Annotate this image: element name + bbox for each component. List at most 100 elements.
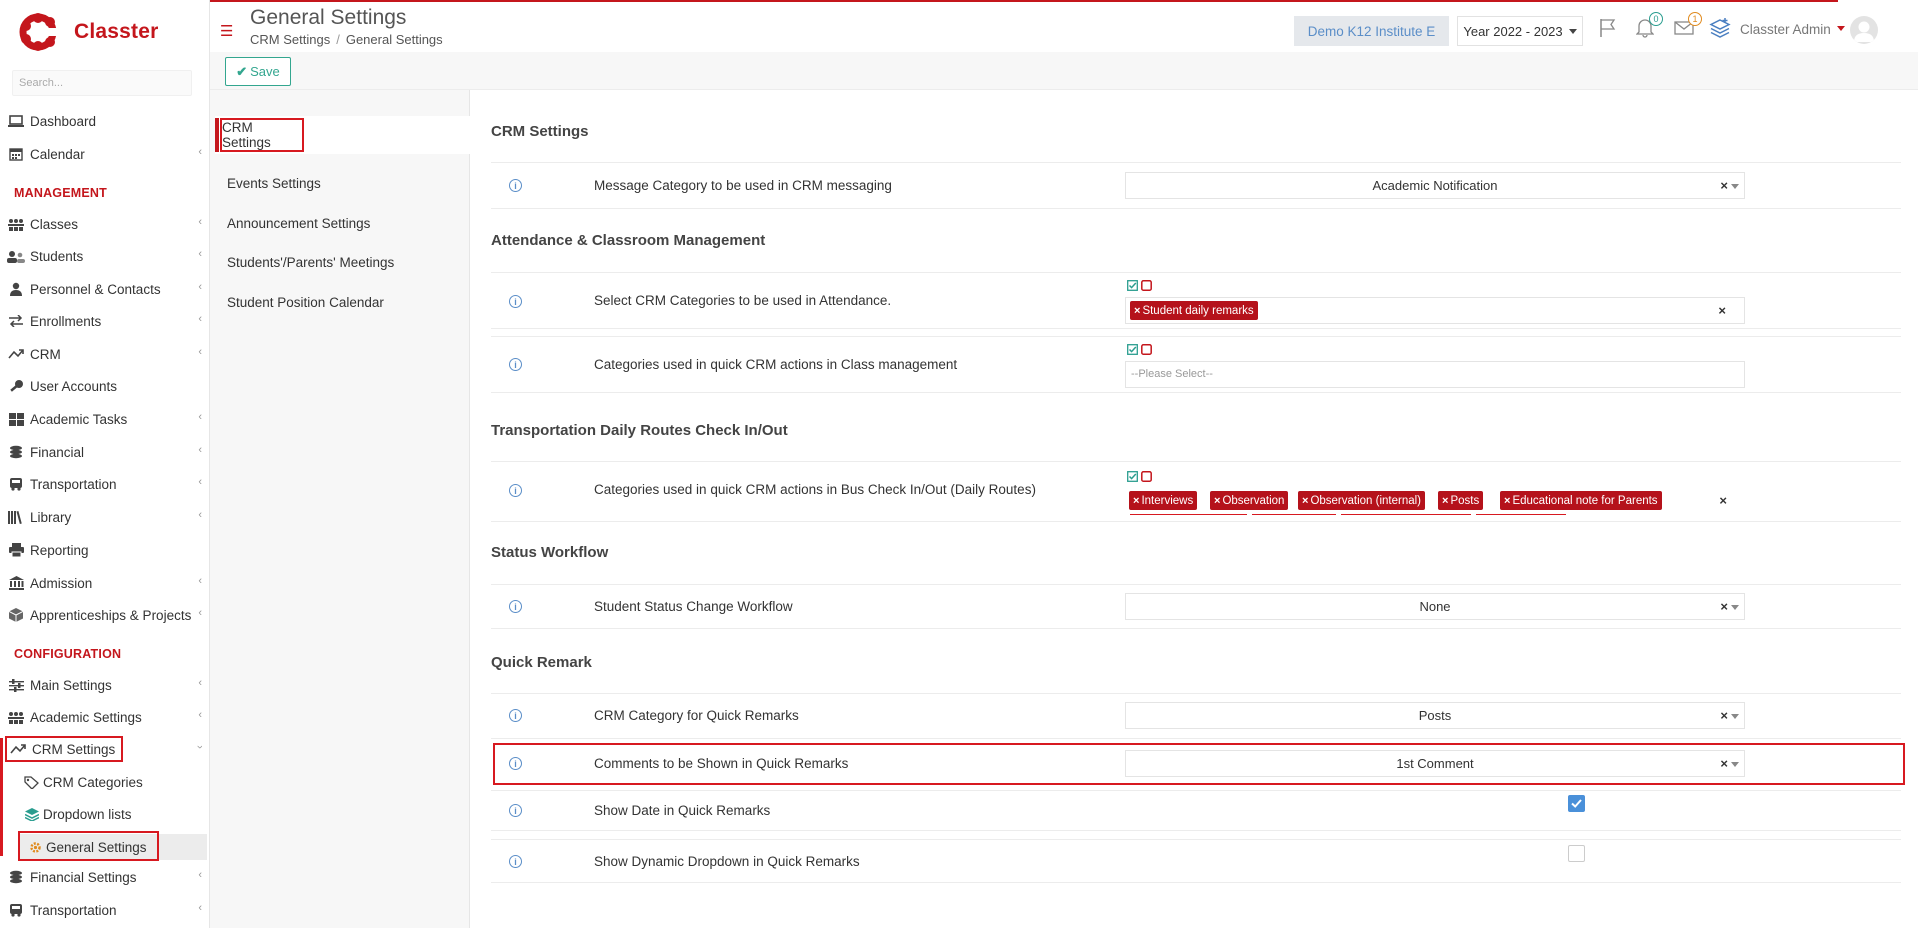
sidebar-item-financial[interactable]: Financial ‹ — [0, 439, 209, 465]
sidebar-subitem-dropdown-lists[interactable]: Dropdown lists — [24, 801, 132, 827]
settings-menu-item-crm[interactable]: CRM Settings — [220, 118, 304, 152]
sidebar-item-reporting[interactable]: Reporting — [0, 537, 209, 563]
info-icon[interactable]: i — [509, 484, 522, 497]
sidebar-search-input[interactable] — [12, 70, 192, 96]
sidebar-subitem-crm-categories[interactable]: CRM Categories — [24, 769, 143, 795]
sidebar-item-admission[interactable]: Admission ‹ — [0, 570, 209, 596]
caret-down-icon[interactable] — [1731, 762, 1739, 767]
sidebar-item-classes[interactable]: Classes ‹ — [0, 211, 209, 237]
setting-row-status-workflow: i Student Status Change Workflow None × — [491, 584, 1901, 629]
selected-tag[interactable]: × Educational note for Parents — [1500, 491, 1662, 510]
message-category-select[interactable]: Academic Notification × — [1125, 172, 1745, 199]
info-icon[interactable]: i — [509, 804, 522, 817]
coins-icon — [7, 444, 25, 460]
class-categories-multiselect[interactable]: --Please Select-- — [1125, 361, 1745, 388]
info-icon[interactable]: i — [509, 179, 522, 192]
remove-tag-icon[interactable]: × — [1133, 495, 1139, 507]
remove-tag-icon[interactable]: × — [1442, 495, 1448, 507]
settings-menu-item-position-calendar[interactable]: Student Position Calendar — [227, 295, 384, 310]
logo[interactable]: Classter — [18, 10, 158, 54]
exchange-icon — [7, 313, 25, 329]
library-icon — [7, 509, 25, 525]
chevron-down-icon: ‹ — [194, 745, 207, 749]
remove-tag-icon[interactable]: × — [1214, 495, 1220, 507]
institute-selector[interactable]: Demo K12 Institute E — [1294, 16, 1449, 46]
selected-tag[interactable]: × Interviews — [1129, 491, 1198, 510]
user-name[interactable]: Classter Admin — [1740, 22, 1831, 37]
deselect-all-icon[interactable] — [1141, 471, 1152, 482]
settings-menu-item-meetings[interactable]: Students'/Parents' Meetings — [227, 255, 394, 270]
remove-tag-icon[interactable]: × — [1504, 495, 1510, 507]
sidebar-item-enrollments[interactable]: Enrollments ‹ — [0, 308, 209, 334]
sidebar-item-personnel[interactable]: Personnel & Contacts ‹ — [0, 276, 209, 302]
deselect-all-icon[interactable] — [1141, 344, 1152, 355]
selected-tag[interactable]: × Student daily remarks — [1130, 301, 1258, 320]
sidebar-item-crm-settings[interactable]: CRM Settings ‹ — [0, 736, 209, 762]
sidebar-item-library[interactable]: Library ‹ — [0, 504, 209, 530]
person-icon — [7, 281, 25, 297]
attendance-categories-multiselect[interactable]: × Student daily remarks × — [1125, 297, 1745, 324]
show-date-checkbox[interactable] — [1568, 795, 1585, 812]
classes-icon — [7, 709, 25, 725]
sidebar-item-academic-tasks[interactable]: Academic Tasks ‹ — [0, 406, 209, 432]
status-workflow-select[interactable]: None × — [1125, 593, 1745, 620]
sidebar-item-students[interactable]: Students ‹ — [0, 243, 209, 269]
sidebar-item-financial-settings[interactable]: Financial Settings ‹ — [0, 864, 209, 890]
select-all-icon[interactable] — [1127, 471, 1138, 482]
messages-button[interactable]: 1 — [1672, 12, 1702, 40]
info-icon[interactable]: i — [509, 358, 522, 371]
clear-icon[interactable]: × — [1720, 756, 1728, 771]
selected-tag[interactable]: × Posts — [1438, 491, 1484, 510]
info-icon[interactable]: i — [509, 757, 522, 770]
clear-icon[interactable]: × — [1719, 493, 1727, 508]
selected-tag[interactable]: × Observation — [1210, 491, 1289, 510]
info-icon[interactable]: i — [509, 295, 522, 308]
flag-icon[interactable] — [1596, 16, 1620, 40]
sidebar-item-academic-settings[interactable]: Academic Settings ‹ — [0, 704, 209, 730]
settings-menu-item-announcement[interactable]: Announcement Settings — [227, 216, 370, 231]
deselect-all-icon[interactable] — [1141, 280, 1152, 291]
hamburger-menu-icon[interactable]: ☰ — [220, 22, 233, 40]
check-icon: ✔ — [236, 63, 248, 79]
sidebar-item-transportation-settings[interactable]: Transportation ‹ — [0, 897, 209, 923]
quick-remark-category-select[interactable]: Posts × — [1125, 702, 1745, 729]
remove-tag-icon[interactable]: × — [1134, 305, 1140, 317]
sidebar-item-dashboard[interactable]: Dashboard — [0, 108, 209, 134]
breadcrumb-item[interactable]: CRM Settings — [250, 32, 330, 47]
bus-categories-multiselect[interactable]: × Interviews × Observation × Observation (i… — [1125, 488, 1745, 515]
chevron-left-icon: ‹ — [198, 509, 202, 521]
clear-icon[interactable]: × — [1718, 303, 1726, 318]
caret-down-icon[interactable] — [1731, 714, 1739, 719]
sidebar-subitem-general-settings[interactable]: General Settings — [27, 834, 147, 860]
settings-menu-item-events[interactable]: Events Settings — [227, 176, 321, 191]
info-icon[interactable]: i — [509, 855, 522, 868]
remove-tag-icon[interactable]: × — [1302, 495, 1308, 507]
quick-remark-comments-select[interactable]: 1st Comment × — [1125, 750, 1745, 777]
caret-down-icon[interactable] — [1731, 605, 1739, 610]
sidebar-item-calendar[interactable]: Calendar ‹ — [0, 141, 209, 167]
year-selector[interactable]: Year 2022 - 2023 — [1457, 16, 1583, 46]
section-title-transportation: Transportation Daily Routes Check In/Out — [491, 422, 788, 439]
key-icon — [7, 378, 25, 394]
select-all-icon[interactable] — [1127, 280, 1138, 291]
user-caret-icon[interactable] — [1837, 26, 1845, 31]
sidebar-item-apprenticeships[interactable]: Apprenticeships & Projects ‹ — [0, 602, 209, 628]
notifications-button[interactable]: 0 — [1633, 12, 1663, 40]
save-button[interactable]: ✔ Save — [225, 57, 291, 86]
info-icon[interactable]: i — [509, 709, 522, 722]
sidebar-item-transportation[interactable]: Transportation ‹ — [0, 471, 209, 497]
avatar[interactable] — [1850, 16, 1878, 44]
sidebar-item-user-accounts[interactable]: User Accounts — [0, 373, 209, 399]
clear-icon[interactable]: × — [1720, 599, 1728, 614]
selected-tag[interactable]: × Observation (internal) — [1298, 491, 1426, 510]
caret-down-icon[interactable] — [1731, 184, 1739, 189]
sidebar-item-main-settings[interactable]: Main Settings ‹ — [0, 672, 209, 698]
clear-icon[interactable]: × — [1720, 178, 1728, 193]
info-icon[interactable]: i — [509, 600, 522, 613]
layers-switch-icon[interactable] — [1708, 16, 1732, 40]
sidebar-item-label: Dashboard — [30, 113, 97, 129]
show-dynamic-dropdown-checkbox[interactable] — [1568, 845, 1585, 862]
sidebar-item-crm[interactable]: CRM ‹ — [0, 341, 209, 367]
clear-icon[interactable]: × — [1720, 708, 1728, 723]
select-all-icon[interactable] — [1127, 344, 1138, 355]
